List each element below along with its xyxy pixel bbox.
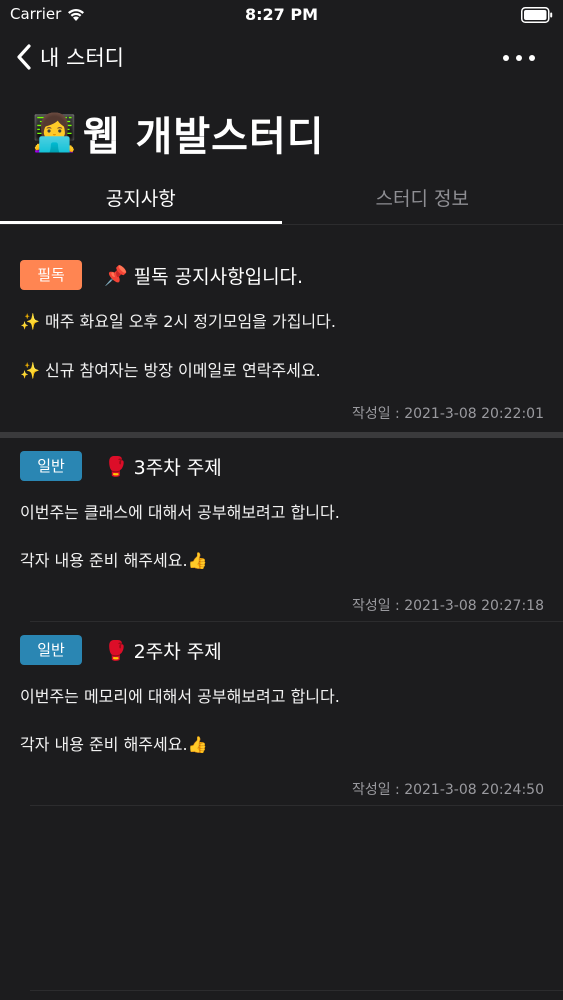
notice-header: 일반 🥊 2주차 주제 [20,635,222,665]
tab-notices[interactable]: 공지사항 [0,172,282,224]
tab-divider [0,224,563,225]
app-screen: Carrier 8:27 PM 내 스터디 👩‍ [0,0,563,1000]
general-badge: 일반 [20,635,82,665]
general-badge: 일반 [20,451,82,481]
boxing-glove-icon: 🥊 [104,639,128,662]
notice-body-line: 이번주는 메모리에 대해서 공부해보려고 합니다. [20,687,340,706]
notice-body-line: ✨ 매주 화요일 오후 2시 정기모임을 가집니다. [20,312,336,331]
notice-title-text: 2주차 주제 [133,640,222,663]
notice-title-text: 필독 공지사항입니다. [133,265,304,288]
page-title-text: 웹 개발스터디 [82,114,325,160]
pinned-badge: 필독 [20,260,82,290]
notice-header: 일반 🥊 3주차 주제 [20,451,222,481]
boxing-glove-icon: 🥊 [104,455,128,478]
row-divider [30,621,563,622]
status-bar: Carrier 8:27 PM [0,0,563,30]
notice-title: 📌 필독 공지사항입니다. [104,262,303,289]
tab-study-info[interactable]: 스터디 정보 [282,172,563,224]
more-dot-icon [529,55,535,61]
notice-date: 작성일 : 2021-3-08 20:22:01 [351,406,544,422]
back-button-label: 내 스터디 [40,46,124,70]
navigation-bar: 내 스터디 [0,38,563,78]
technologist-emoji-icon: 👩‍💻 [32,113,77,154]
notice-date: 작성일 : 2021-3-08 20:27:18 [351,598,544,614]
notice-title: 🥊 3주차 주제 [104,453,222,480]
more-dot-icon [516,55,522,61]
more-options-button[interactable] [503,48,535,68]
row-divider [30,805,563,806]
notice-date: 작성일 : 2021-3-08 20:24:50 [351,782,544,798]
notice-body-line: 이번주는 클래스에 대해서 공부해보려고 합니다. [20,503,340,522]
chevron-left-icon [17,44,31,70]
pushpin-icon: 📌 [104,264,128,287]
battery-icon [521,7,553,23]
row-divider [30,990,563,991]
notice-title: 🥊 2주차 주제 [104,637,222,664]
page-title: 👩‍💻 웹 개발스터디 [32,104,325,162]
notice-title-text: 3주차 주제 [133,456,222,479]
tab-bar: 공지사항 스터디 정보 [0,172,563,224]
notice-body-line: ✨ 신규 참여자는 방장 이메일로 연락주세요. [20,361,321,380]
back-button[interactable]: 내 스터디 [14,42,124,72]
notice-body-line: 각자 내용 준비 해주세요.👍 [20,551,208,570]
notice-body-line: 각자 내용 준비 해주세요.👍 [20,735,208,754]
section-divider [0,432,563,438]
more-dot-icon [503,55,509,61]
notice-header: 필독 📌 필독 공지사항입니다. [20,260,303,290]
status-time: 8:27 PM [244,5,318,24]
